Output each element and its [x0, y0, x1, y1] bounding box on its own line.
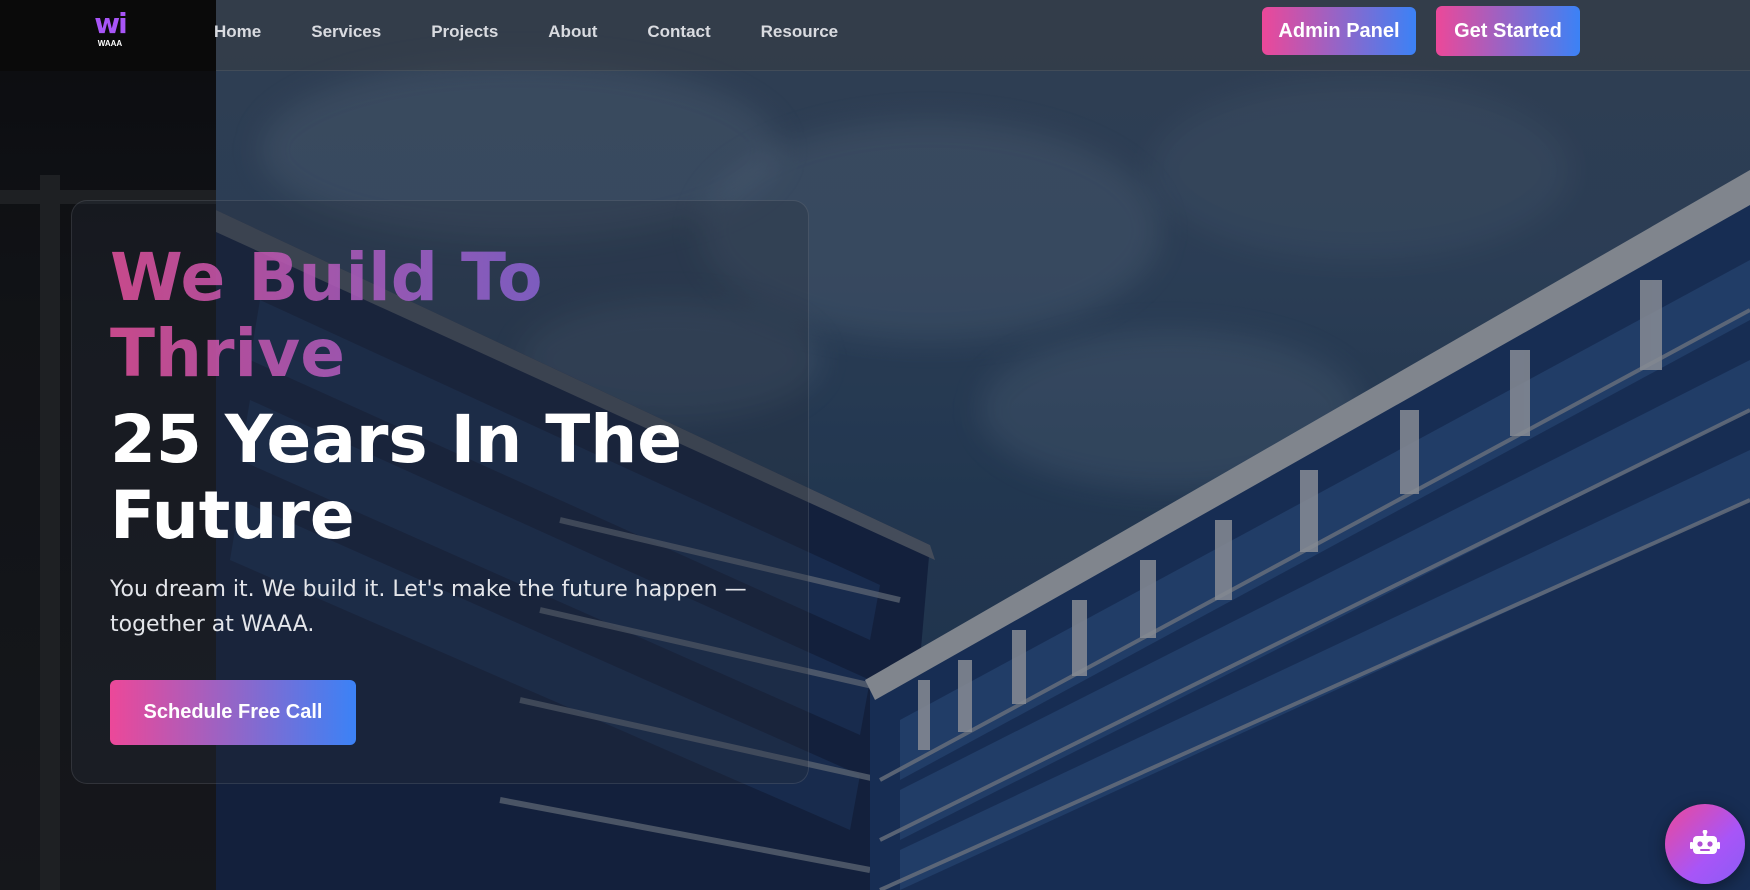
- robot-icon: [1690, 830, 1720, 854]
- hero-subtitle: You dream it. We build it. Let's make th…: [110, 577, 747, 637]
- nav-contact[interactable]: Contact: [647, 22, 710, 42]
- brand-logo-text: WAAA: [97, 39, 123, 48]
- chatbot-button[interactable]: [1665, 804, 1745, 884]
- top-navbar: wi WAAA Home Services Projects About Con…: [0, 0, 1750, 71]
- nav-services[interactable]: Services: [311, 22, 381, 42]
- schedule-call-button[interactable]: Schedule Free Call: [110, 680, 356, 745]
- nav-links: Home Services Projects About Contact Res…: [214, 22, 888, 42]
- nav-projects[interactable]: Projects: [431, 22, 498, 42]
- admin-panel-button[interactable]: Admin Panel: [1262, 7, 1416, 55]
- hero-title-white: 25 Years In The Future: [110, 401, 682, 554]
- nav-resource[interactable]: Resource: [761, 22, 838, 42]
- get-started-button[interactable]: Get Started: [1436, 6, 1580, 56]
- hero-title-gradient: We Build To Thrive: [110, 240, 710, 392]
- nav-home[interactable]: Home: [214, 22, 261, 42]
- nav-about[interactable]: About: [548, 22, 597, 42]
- brand-logo[interactable]: wi WAAA: [90, 7, 130, 49]
- logo-container: wi WAAA: [0, 0, 216, 71]
- waaa-logo-icon: wi: [94, 7, 127, 40]
